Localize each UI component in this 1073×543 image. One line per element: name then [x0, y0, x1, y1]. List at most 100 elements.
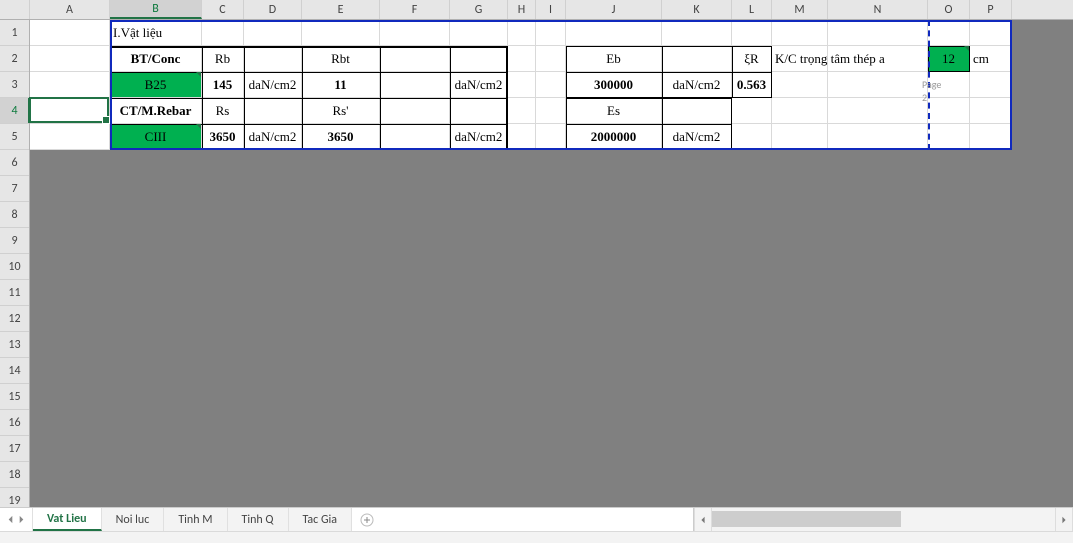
cell-C5[interactable]: 3650: [202, 124, 244, 150]
cell-E1[interactable]: [302, 20, 380, 46]
column-header-M[interactable]: M: [772, 0, 828, 19]
cell-I4[interactable]: [536, 98, 566, 124]
cell-L1[interactable]: [732, 20, 772, 46]
cell-H1[interactable]: [508, 20, 536, 46]
row-header-7[interactable]: 7: [0, 176, 29, 202]
column-header-H[interactable]: H: [508, 0, 536, 19]
cell-M3[interactable]: [772, 72, 828, 98]
column-header-E[interactable]: E: [302, 0, 380, 19]
cell-G3[interactable]: daN/cm2: [450, 72, 508, 98]
cell-J3[interactable]: 300000: [566, 72, 662, 98]
cell-F2[interactable]: [380, 46, 450, 72]
row-header-16[interactable]: 16: [0, 410, 29, 436]
sheet-tab-vat-lieu[interactable]: Vat Lieu: [33, 508, 102, 531]
scroll-track[interactable]: [712, 508, 1055, 531]
cell-N1[interactable]: [828, 20, 928, 46]
cell-O5[interactable]: [928, 124, 970, 150]
row-header-9[interactable]: 9: [0, 228, 29, 254]
tab-nav-buttons[interactable]: [0, 508, 33, 531]
cell-B3[interactable]: B25: [110, 72, 202, 98]
cell-F1[interactable]: [380, 20, 450, 46]
column-header-D[interactable]: D: [244, 0, 302, 19]
cell-I5[interactable]: [536, 124, 566, 150]
cell-C3[interactable]: 145: [202, 72, 244, 98]
sheet-tab-tac-gia[interactable]: Tac Gia: [289, 508, 353, 531]
column-header-O[interactable]: O: [928, 0, 970, 19]
cell-I2[interactable]: [536, 46, 566, 72]
cell-E5[interactable]: 3650: [302, 124, 380, 150]
cell-G4[interactable]: [450, 98, 508, 124]
cell-J5[interactable]: 2000000: [566, 124, 662, 150]
column-header-G[interactable]: G: [450, 0, 508, 19]
cell-E4[interactable]: Rs': [302, 98, 380, 124]
cell-D4[interactable]: [244, 98, 302, 124]
cell-B5[interactable]: CIII: [110, 124, 202, 150]
cell-B1[interactable]: I.Vật liệu: [110, 20, 202, 46]
cell-N5[interactable]: [828, 124, 928, 150]
row-header-10[interactable]: 10: [0, 254, 29, 280]
cell-D5[interactable]: daN/cm2: [244, 124, 302, 150]
cell-I1[interactable]: [536, 20, 566, 46]
cell-F4[interactable]: [380, 98, 450, 124]
scroll-left-button[interactable]: [694, 508, 712, 531]
cell-K5[interactable]: daN/cm2: [662, 124, 732, 150]
cell-P3[interactable]: [970, 72, 1012, 98]
cell-P1[interactable]: [970, 20, 1012, 46]
cell-F3[interactable]: [380, 72, 450, 98]
cell-H2[interactable]: [508, 46, 536, 72]
column-header-K[interactable]: K: [662, 0, 732, 19]
row-header-14[interactable]: 14: [0, 358, 29, 384]
cell-C4[interactable]: Rs: [202, 98, 244, 124]
cell-G1[interactable]: [450, 20, 508, 46]
cell-L2[interactable]: ξR: [732, 46, 772, 72]
cell-K2[interactable]: [662, 46, 732, 72]
select-all-corner[interactable]: [0, 0, 30, 19]
cell-H4[interactable]: [508, 98, 536, 124]
column-header-P[interactable]: P: [970, 0, 1012, 19]
row-header-8[interactable]: 8: [0, 202, 29, 228]
column-header-N[interactable]: N: [828, 0, 928, 19]
add-sheet-button[interactable]: [352, 508, 382, 531]
sheet-tab-tinh-q[interactable]: Tinh Q: [228, 508, 289, 531]
cell-J1[interactable]: [566, 20, 662, 46]
cell-H3[interactable]: [508, 72, 536, 98]
row-header-17[interactable]: 17: [0, 436, 29, 462]
cell-E3[interactable]: 11: [302, 72, 380, 98]
row-header-6[interactable]: 6: [0, 150, 29, 176]
cell-D2[interactable]: [244, 46, 302, 72]
cell-G2[interactable]: [450, 46, 508, 72]
cell-E2[interactable]: Rbt: [302, 46, 380, 72]
cell-C2[interactable]: Rb: [202, 46, 244, 72]
cell-P4[interactable]: [970, 98, 1012, 124]
horizontal-scrollbar[interactable]: [693, 508, 1073, 531]
cell-M5[interactable]: [772, 124, 828, 150]
row-header-18[interactable]: 18: [0, 462, 29, 488]
cell-F5[interactable]: [380, 124, 450, 150]
column-header-A[interactable]: A: [30, 0, 110, 19]
column-header-L[interactable]: L: [732, 0, 772, 19]
cell-I3[interactable]: [536, 72, 566, 98]
cell-D1[interactable]: [244, 20, 302, 46]
cell-J4[interactable]: Es: [566, 98, 662, 124]
cell-M2[interactable]: K/C trọng tâm thép a: [772, 46, 828, 72]
cell-K4[interactable]: [662, 98, 732, 124]
cell-M1[interactable]: [772, 20, 828, 46]
cell-A2[interactable]: [30, 46, 110, 72]
row-header-5[interactable]: 5: [0, 124, 29, 150]
cell-K1[interactable]: [662, 20, 732, 46]
column-header-C[interactable]: C: [202, 0, 244, 19]
sheet-tab-noi-luc[interactable]: Noi luc: [102, 508, 165, 531]
cell-P2[interactable]: cm: [970, 46, 1012, 72]
cell-P5[interactable]: [970, 124, 1012, 150]
scroll-right-button[interactable]: [1055, 508, 1073, 531]
cell-N3[interactable]: [828, 72, 928, 98]
column-header-B[interactable]: B: [110, 0, 202, 19]
row-header-4[interactable]: 4: [0, 98, 29, 124]
row-header-12[interactable]: 12: [0, 306, 29, 332]
cell-N4[interactable]: [828, 98, 928, 124]
sheet-tab-tinh-m[interactable]: Tinh M: [164, 508, 227, 531]
cell-K3[interactable]: daN/cm2: [662, 72, 732, 98]
column-header-J[interactable]: J: [566, 0, 662, 19]
cell-J2[interactable]: Eb: [566, 46, 662, 72]
scroll-thumb[interactable]: [712, 511, 901, 527]
